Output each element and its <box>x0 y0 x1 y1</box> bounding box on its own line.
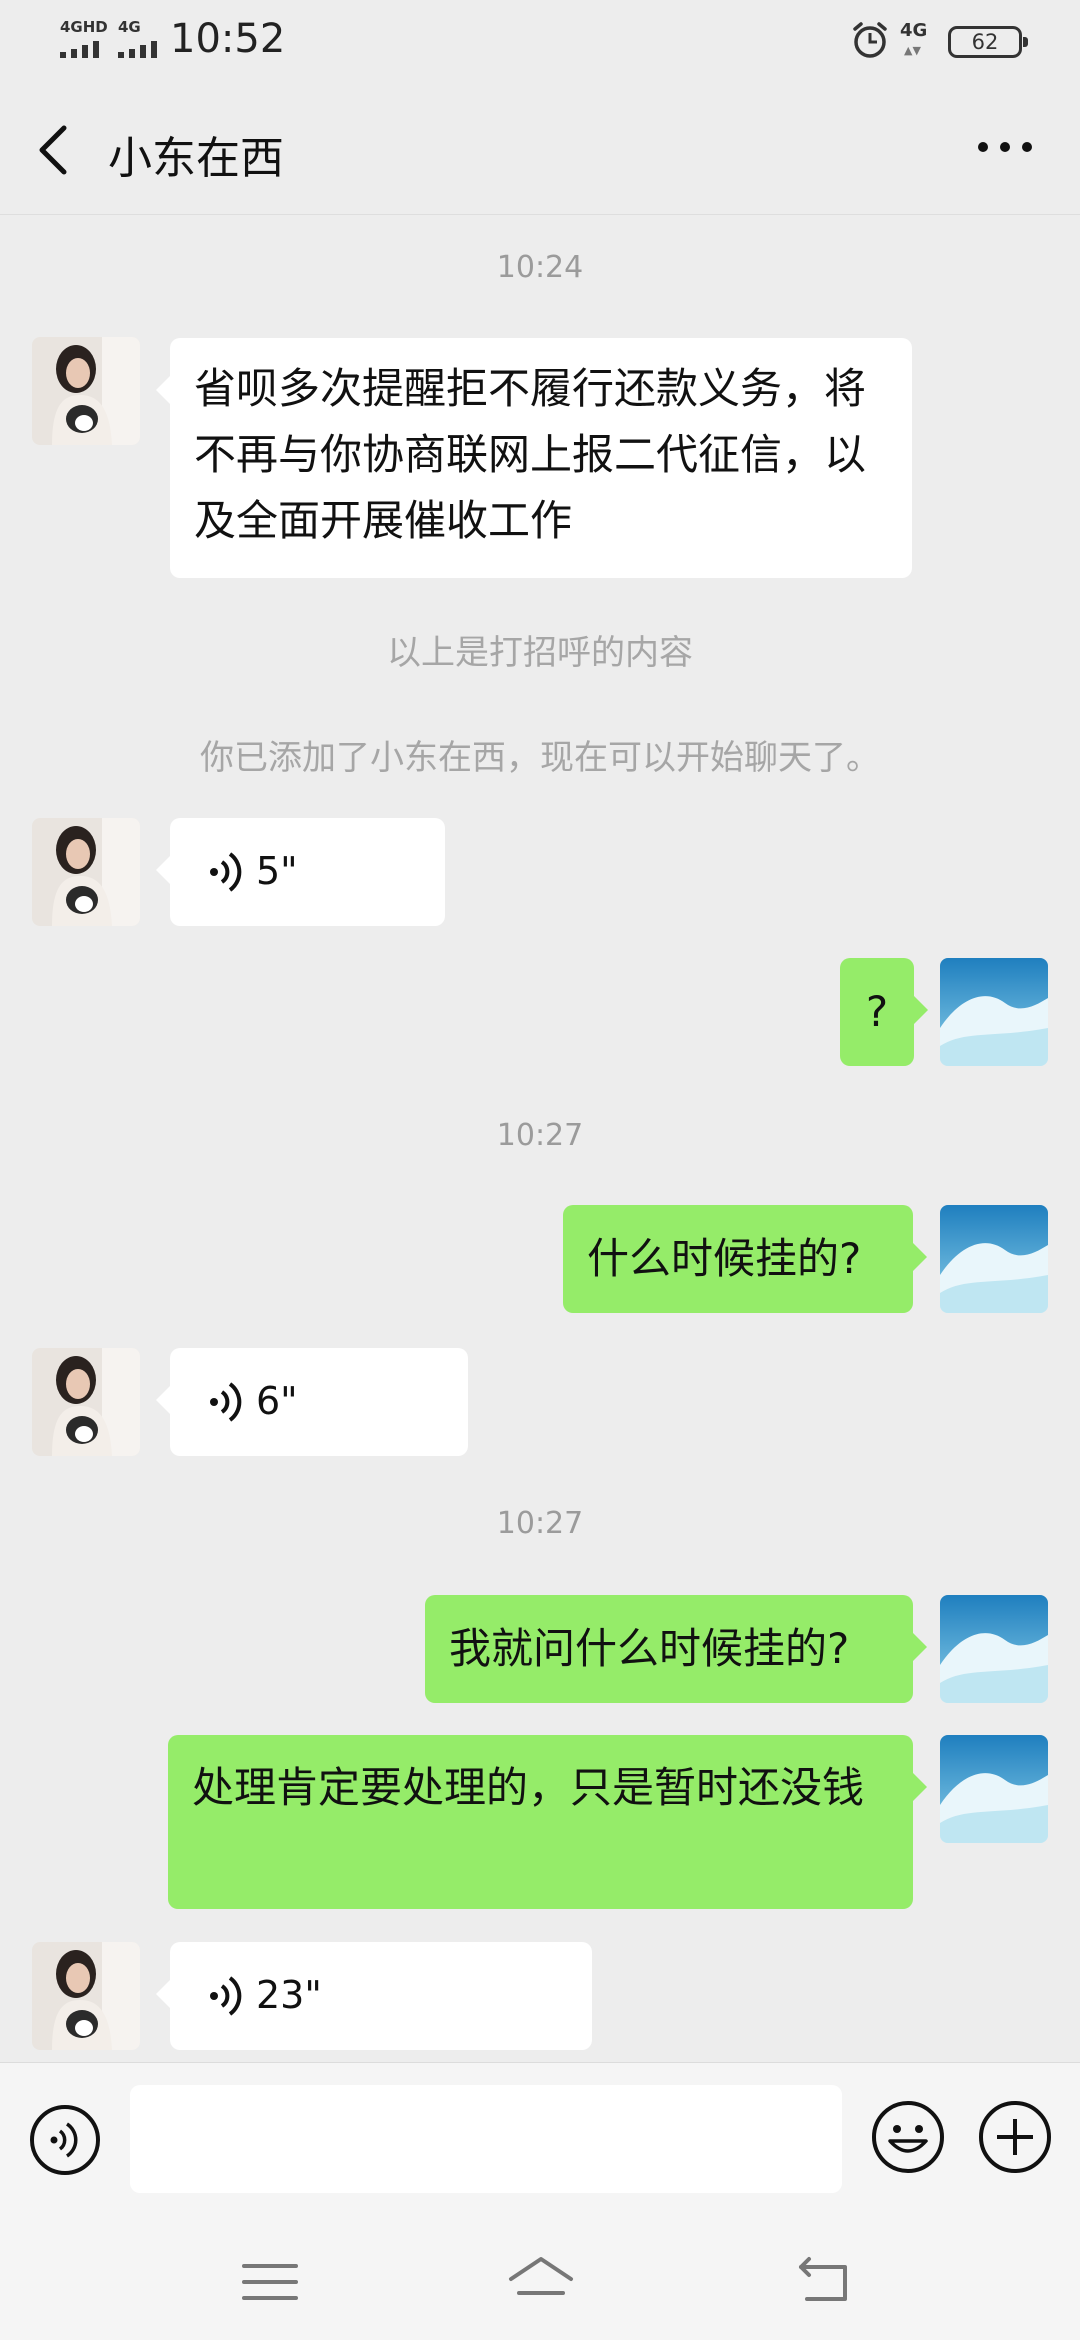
my-avatar[interactable] <box>940 1735 1048 1843</box>
message-text: 我就问什么时候挂的? <box>449 1624 850 1673</box>
contact-avatar[interactable] <box>32 818 140 926</box>
message-text: 省呗多次提醒拒不履行还款义务，将不再与你协商联网上报二代征信，以及全面开展催收工… <box>194 364 867 545</box>
chat-header: 小东在西 <box>0 80 1080 215</box>
home-icon[interactable] <box>505 2253 577 2309</box>
system-notice: 你已添加了小东在西，现在可以开始聊天了。 <box>200 738 880 778</box>
voice-wave-icon <box>210 852 242 892</box>
contact-avatar[interactable] <box>32 1348 140 1456</box>
more-dots-icon[interactable] <box>975 132 1035 162</box>
voice-duration: 23" <box>256 1973 322 2017</box>
plus-icon[interactable] <box>977 2099 1053 2175</box>
voice-duration: 5" <box>256 849 298 893</box>
network-label: 4G <box>900 20 928 41</box>
status-bar: 4GHD 4G 10:52 4G ▲▼ 62 <box>0 0 1080 80</box>
message-text: 处理肯定要处理的，只是暂时还没钱 <box>192 1763 865 1812</box>
voice-message[interactable]: 6" <box>156 1348 468 1456</box>
my-avatar[interactable] <box>940 958 1048 1066</box>
outgoing-message[interactable]: 什么时候挂的? <box>563 1205 927 1313</box>
battery-level: 62 <box>971 30 999 54</box>
input-bar <box>0 2062 1080 2215</box>
message-text: ? <box>865 987 889 1036</box>
message-text: 什么时候挂的? <box>587 1234 862 1283</box>
back-icon[interactable] <box>795 2255 855 2307</box>
emoji-icon[interactable] <box>870 2099 946 2175</box>
system-nav-bar <box>0 2215 1080 2340</box>
system-notice: 以上是打招呼的内容 <box>387 633 693 673</box>
voice-message[interactable]: 5" <box>156 818 445 926</box>
timestamp: 10:24 <box>496 250 584 285</box>
header-divider <box>0 214 1080 215</box>
alarm-icon <box>853 22 887 58</box>
outgoing-message[interactable]: 我就问什么时候挂的? <box>425 1595 927 1703</box>
timestamp: 10:27 <box>496 1506 584 1541</box>
signal-1-label: 4GHD <box>60 18 108 36</box>
data-arrows-icon: ▲▼ <box>904 44 921 57</box>
voice-wave-icon <box>210 1976 242 2016</box>
voice-duration: 6" <box>256 1379 298 1423</box>
contact-avatar[interactable] <box>32 337 140 445</box>
message-input[interactable] <box>130 2085 842 2193</box>
outgoing-message[interactable]: ? <box>840 958 928 1066</box>
chat-title: 小东在西 <box>108 133 284 184</box>
voice-toggle-icon[interactable] <box>28 2103 102 2177</box>
signal-2-label: 4G <box>118 18 141 36</box>
battery-icon: 62 <box>948 26 1028 58</box>
contact-avatar[interactable] <box>32 1942 140 2050</box>
voice-message[interactable]: 23" <box>156 1942 592 2050</box>
my-avatar[interactable] <box>940 1595 1048 1703</box>
my-avatar[interactable] <box>940 1205 1048 1313</box>
status-time: 10:52 <box>170 16 286 62</box>
network-indicator: 4G ▲▼ <box>900 20 928 57</box>
outgoing-message[interactable]: 处理肯定要处理的，只是暂时还没钱 <box>168 1735 927 1909</box>
chevron-left-icon[interactable] <box>30 120 80 180</box>
voice-wave-icon <box>210 1382 242 1422</box>
menu-icon[interactable] <box>240 2260 300 2304</box>
timestamp: 10:27 <box>496 1118 584 1153</box>
incoming-message[interactable]: 省呗多次提醒拒不履行还款义务，将不再与你协商联网上报二代征信，以及全面开展催收工… <box>156 338 912 578</box>
